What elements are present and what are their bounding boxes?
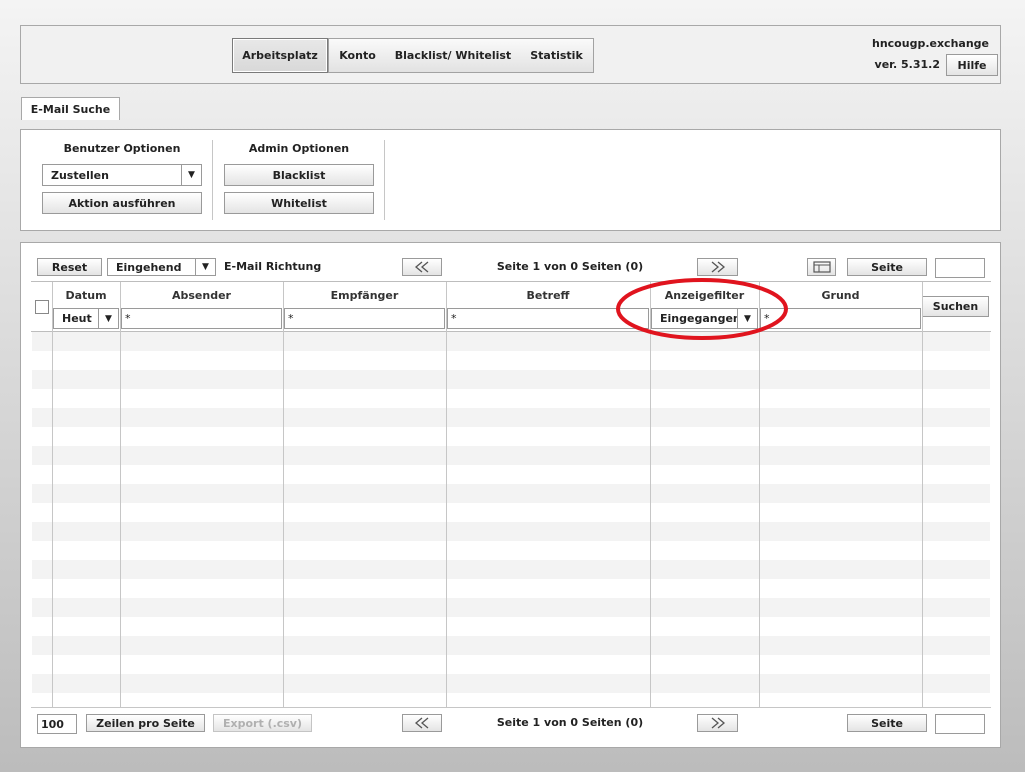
table-row [32, 522, 990, 541]
page-number-input[interactable] [935, 258, 985, 278]
table-row [32, 351, 990, 370]
table-row [32, 655, 990, 674]
col-line [283, 282, 284, 708]
next-page-button-bottom[interactable] [697, 714, 738, 732]
nav-statistik[interactable]: Statistik [520, 38, 594, 73]
search-button[interactable]: Suchen [922, 296, 989, 317]
page-info: Seite 1 von 0 Seiten (0) [496, 260, 644, 273]
table-row [32, 674, 990, 693]
column-header-datum[interactable]: Datum [52, 282, 120, 308]
page-number-input-bottom[interactable] [935, 714, 985, 734]
fast-forward-icon [711, 717, 725, 729]
table-row [32, 579, 990, 598]
table-row [32, 408, 990, 427]
table-row [32, 693, 990, 707]
first-page-button-bottom[interactable] [402, 714, 442, 732]
nav-konto[interactable]: Konto [328, 38, 387, 73]
col-line [650, 282, 651, 708]
table-row [32, 332, 990, 351]
first-page-button[interactable] [402, 258, 442, 276]
next-page-button[interactable] [697, 258, 738, 276]
table-row [32, 598, 990, 617]
column-header-absender[interactable]: Absender [120, 282, 283, 308]
table-row [32, 636, 990, 655]
options-divider-2 [384, 140, 385, 220]
options-divider [212, 140, 213, 220]
col-line [120, 282, 121, 708]
version-label: ver. 5.31.2 [874, 58, 940, 71]
user-options-title: Benutzer Optionen [63, 142, 181, 155]
select-all-checkbox[interactable] [35, 300, 49, 314]
rows-per-page-button[interactable]: Zeilen pro Seite [86, 714, 205, 732]
window-layout-icon [812, 261, 831, 273]
nav-blacklist-whitelist[interactable]: Blacklist/ Whitelist [386, 38, 521, 73]
table-row [32, 503, 990, 522]
column-header-empfaenger[interactable]: Empfänger [283, 282, 446, 308]
table-row [32, 541, 990, 560]
user-action-select-value: Zustellen [51, 168, 109, 182]
recipient-filter-input[interactable]: * [284, 308, 445, 329]
tab-email-suche[interactable]: E-Mail Suche [21, 97, 120, 120]
highlight-circle [616, 278, 788, 340]
goto-page-button[interactable]: Seite [847, 258, 927, 276]
table-row [32, 370, 990, 389]
rewind-icon [414, 261, 429, 273]
direction-label: E-Mail Richtung [224, 260, 322, 273]
reset-button[interactable]: Reset [37, 258, 102, 276]
table-row [32, 427, 990, 446]
col-line [922, 282, 923, 708]
rows-per-page-input[interactable]: 100 [37, 714, 77, 734]
table-row [32, 617, 990, 636]
column-layout-button[interactable] [807, 258, 836, 276]
help-button[interactable]: Hilfe [946, 54, 998, 76]
chevron-down-icon: ▼ [195, 259, 215, 275]
col-line [759, 282, 760, 708]
col-line [52, 282, 53, 708]
rewind-icon [414, 717, 429, 729]
table-row [32, 389, 990, 408]
table-row [32, 560, 990, 579]
whitelist-button[interactable]: Whitelist [224, 192, 374, 214]
chevron-down-icon: ▼ [181, 165, 201, 185]
blacklist-button[interactable]: Blacklist [224, 164, 374, 186]
sender-filter-input[interactable]: * [121, 308, 282, 329]
date-filter-select[interactable]: Heut ▼ [53, 308, 119, 329]
col-line [446, 282, 447, 708]
chevron-down-icon: ▼ [98, 309, 118, 328]
table-row [32, 484, 990, 503]
user-action-select[interactable]: Zustellen ▼ [42, 164, 202, 186]
execute-action-button[interactable]: Aktion ausführen [42, 192, 202, 214]
export-csv-button[interactable]: Export (.csv) [213, 714, 312, 732]
fast-forward-icon [711, 261, 725, 273]
nav-arbeitsplatz[interactable]: Arbeitsplatz [232, 38, 328, 73]
table-row [32, 446, 990, 465]
page-info-bottom: Seite 1 von 0 Seiten (0) [496, 716, 644, 729]
table-row [32, 465, 990, 484]
direction-select-value: Eingehend [116, 260, 182, 274]
hostname: hncougp.exchange [872, 37, 989, 50]
direction-select[interactable]: Eingehend ▼ [107, 258, 216, 276]
goto-page-button-bottom[interactable]: Seite [847, 714, 927, 732]
date-filter-value: Heut [62, 312, 92, 325]
table-bottom-line [31, 707, 991, 708]
admin-options-title: Admin Optionen [248, 142, 350, 155]
